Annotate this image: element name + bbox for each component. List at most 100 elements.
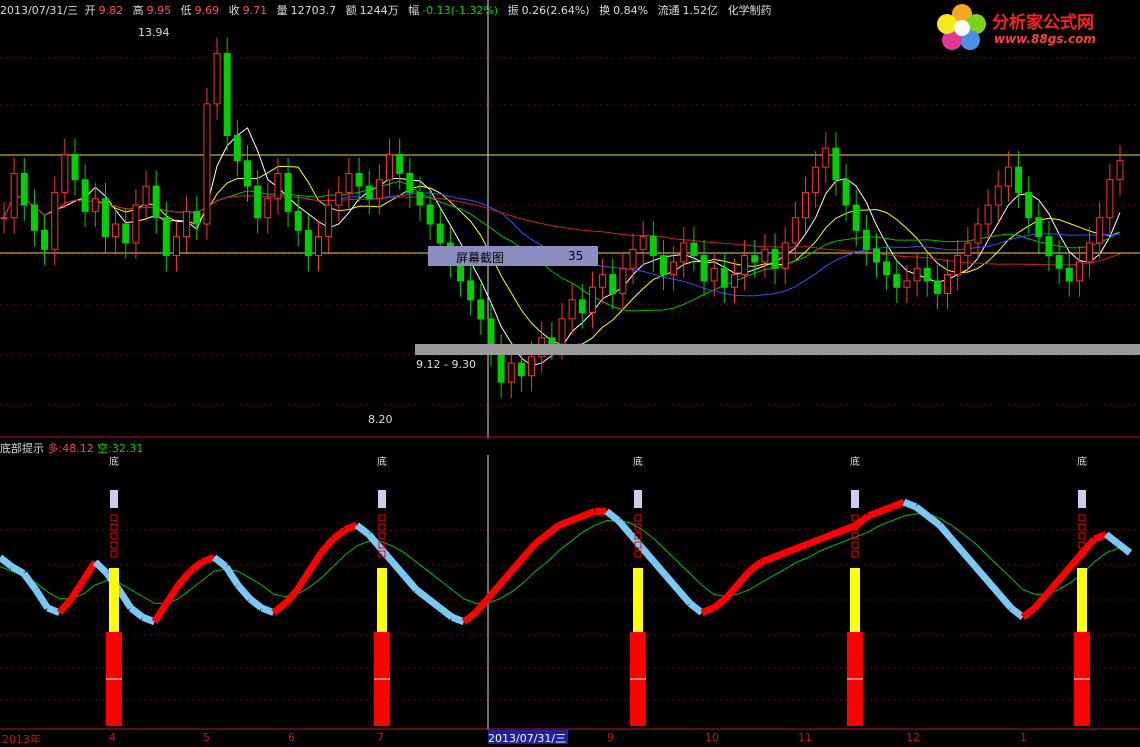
candle-body bbox=[1096, 217, 1104, 244]
kd-step-segment bbox=[10, 563, 26, 577]
signal-yellow-bar bbox=[109, 568, 119, 632]
candle-body bbox=[507, 362, 515, 383]
x-tick-year: 2013年 bbox=[2, 733, 41, 746]
candle-body bbox=[274, 172, 282, 200]
candle-body bbox=[974, 223, 982, 244]
candle-body bbox=[1035, 217, 1043, 238]
candle-body bbox=[720, 267, 728, 288]
signal-yellow-bar bbox=[633, 568, 643, 632]
signal-yellow-bar bbox=[850, 568, 860, 632]
kd-step-segment bbox=[271, 600, 288, 616]
signal-box bbox=[1078, 523, 1086, 531]
kd-step-segment bbox=[700, 604, 715, 616]
kd-step-segment bbox=[389, 559, 408, 579]
kd-step-segment bbox=[747, 559, 764, 574]
signal-box bbox=[1078, 514, 1086, 522]
signal-yellow-bar bbox=[377, 568, 387, 632]
kd-step-segment bbox=[795, 540, 811, 552]
kd-step-segment bbox=[1008, 605, 1026, 620]
candle-body bbox=[751, 255, 759, 263]
kd-step-segment bbox=[867, 508, 882, 520]
kd-step-segment bbox=[948, 536, 967, 556]
kd-step-segment bbox=[902, 498, 918, 511]
kd-step-segment bbox=[1115, 540, 1133, 556]
kd-step-segment bbox=[651, 559, 669, 579]
kd-step-segment bbox=[533, 531, 550, 547]
long-value: 48.12 bbox=[62, 442, 94, 455]
candle-body bbox=[365, 185, 373, 200]
open-value: 9.82 bbox=[98, 4, 124, 17]
candle-body bbox=[152, 185, 160, 219]
signal-box bbox=[634, 514, 642, 522]
candle-body bbox=[528, 356, 536, 377]
kd-step-segment bbox=[722, 582, 741, 602]
candle-body bbox=[578, 299, 586, 314]
candle-body bbox=[162, 217, 170, 257]
volume-value: 12703.7 bbox=[290, 4, 337, 17]
kd-step-segment bbox=[306, 550, 325, 574]
kd-step-segment bbox=[401, 573, 419, 592]
kd-step-segment bbox=[414, 586, 431, 602]
kd-step-segment bbox=[485, 582, 503, 602]
candle-body bbox=[304, 229, 312, 257]
candle-body bbox=[10, 172, 18, 219]
close-value: 9.71 bbox=[242, 4, 268, 17]
candle-body bbox=[913, 267, 921, 282]
candle-body bbox=[558, 318, 566, 345]
kd-step-segment bbox=[843, 521, 858, 534]
short-label: 空: bbox=[97, 442, 112, 455]
candle-body bbox=[883, 261, 891, 276]
screenshot-tooltip[interactable]: 屏幕截图 35 bbox=[428, 246, 598, 266]
candle-body bbox=[183, 210, 191, 238]
signal-box bbox=[110, 541, 118, 549]
x-tick-7: 7 bbox=[377, 731, 384, 744]
signal-box bbox=[378, 523, 386, 531]
kd-step-segment bbox=[675, 587, 693, 606]
kd-step-segment bbox=[128, 605, 145, 620]
candle-body bbox=[142, 185, 150, 206]
candle-body bbox=[315, 236, 323, 257]
candle-body bbox=[243, 160, 251, 187]
candle-body bbox=[517, 362, 525, 377]
kd-step-segment bbox=[760, 554, 775, 566]
signal-box bbox=[110, 550, 118, 558]
x-tick-6: 6 bbox=[288, 731, 295, 744]
candle-body bbox=[873, 248, 881, 263]
candle-body bbox=[812, 166, 820, 193]
indicator-header: 底部提示 多:48.12 空:32.31 bbox=[0, 440, 143, 456]
site-logo: 分析家公式网 www.88gs.com bbox=[934, 2, 1134, 54]
candle-body bbox=[771, 248, 779, 269]
candle-body bbox=[345, 172, 353, 193]
candle-body bbox=[649, 236, 657, 257]
candle-body bbox=[710, 267, 718, 282]
candle-body bbox=[639, 236, 647, 250]
kd-step-segment bbox=[377, 545, 396, 565]
kd-step-segment bbox=[473, 596, 491, 615]
kd-step-segment bbox=[1020, 605, 1037, 620]
candle-body bbox=[1106, 179, 1114, 219]
candle-body bbox=[690, 242, 698, 257]
kd-step-segment bbox=[175, 568, 193, 588]
range-annotation: 9.12 - 9.30 bbox=[416, 358, 476, 371]
kd-step-segment bbox=[56, 596, 75, 615]
candle-body bbox=[477, 299, 485, 320]
kd-step-segment bbox=[151, 601, 170, 624]
long-label: 多: bbox=[47, 442, 63, 455]
signal-line bbox=[0, 513, 1130, 604]
candle-body bbox=[944, 274, 952, 295]
signal-box bbox=[110, 532, 118, 540]
signal-box bbox=[378, 532, 386, 540]
kd-step-segment bbox=[937, 522, 955, 542]
candle-body bbox=[122, 223, 130, 244]
candle-body bbox=[335, 191, 343, 206]
candle-body bbox=[132, 204, 140, 244]
candle-body bbox=[832, 147, 840, 181]
candle-body bbox=[680, 242, 688, 263]
x-tick-11: 11 bbox=[798, 731, 812, 744]
candle-body bbox=[599, 274, 607, 288]
x-tick-9: 9 bbox=[607, 731, 614, 744]
candle-body bbox=[20, 172, 28, 206]
signal-box bbox=[851, 550, 859, 558]
candle-body bbox=[923, 267, 931, 282]
signal-cap bbox=[110, 490, 118, 508]
